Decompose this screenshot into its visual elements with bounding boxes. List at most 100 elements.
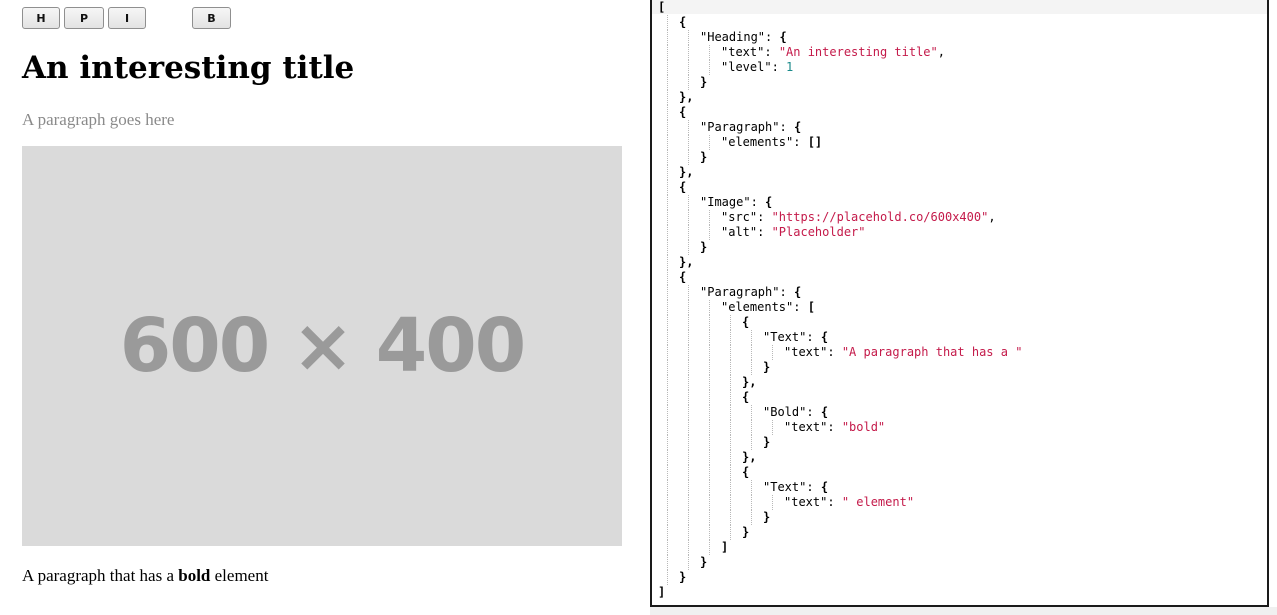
image-button[interactable]: I [108,7,146,29]
json-token: } [700,240,708,254]
json-token: "Bold" [763,405,807,419]
indent-guide [667,525,668,540]
json-token: "Text" [763,330,807,344]
json-token: " element" [841,495,915,509]
json-token: "bold" [841,420,886,434]
indent-guide [709,360,710,375]
indent-guide [751,420,752,435]
json-token: "elements" [721,135,794,149]
json-token: } [700,150,708,164]
indent-guide [688,375,689,390]
json-token: "Image" [700,195,751,209]
empty-paragraph-placeholder[interactable]: A paragraph goes here [22,110,174,130]
indent-guide [709,450,710,465]
heading-block[interactable]: An interesting title [22,50,354,86]
indent-guide [688,45,689,60]
json-token: , [937,45,945,59]
indent-guide [667,270,668,285]
indent-guide [688,390,689,405]
panel-shadow [650,607,1277,615]
json-token: } [763,360,771,374]
indent-guide [730,495,731,510]
indent-guide [730,510,731,525]
json-token: "https://placehold.co/600x400" [771,210,989,224]
indent-guide [667,105,668,120]
json-token: [] [807,135,823,149]
paragraph-block[interactable]: A paragraph that has a bold element [22,566,268,586]
json-token: }, [679,165,694,179]
indent-guide [667,330,668,345]
indent-guide [667,570,668,585]
indent-guide [688,285,689,300]
indent-guide [667,75,668,90]
json-line-content: } [700,75,707,90]
heading-button[interactable]: H [22,7,60,29]
json-token: "src" [721,210,758,224]
indent-guide [709,435,710,450]
indent-guide [667,360,668,375]
json-token: "Placeholder" [771,225,866,239]
json-token: { [742,315,750,329]
indent-guide [667,375,668,390]
indent-guide [688,30,689,45]
json-token: : [771,60,787,74]
indent-guide [688,315,689,330]
json-line-content: "Text": { [763,480,828,495]
json-line-content: } [763,360,770,375]
json-token: : [793,135,808,149]
placeholder-image[interactable]: 600 × 400 [22,146,622,546]
json-line-content: "text": "An interesting title", [721,45,945,60]
indent-guide [730,330,731,345]
indent-guide [709,45,710,60]
json-token: { [820,330,829,344]
json-line-content: } [700,555,707,570]
json-line-content: { [679,105,686,120]
indent-guide [751,435,752,450]
json-token: { [765,195,773,209]
indent-guide [688,210,689,225]
json-line-content: "src": "https://placehold.co/600x400", [721,210,996,225]
indent-guide [688,450,689,465]
indent-guide [772,495,773,510]
json-token: 1 [786,60,794,74]
indent-guide [667,540,668,555]
indent-guide [688,420,689,435]
paragraph-bold-text: bold [178,566,211,585]
json-token: : [827,345,842,359]
json-line-content: } [742,525,749,540]
json-token: ] [721,540,729,554]
json-token: { [793,120,802,134]
json-line-content: }, [679,90,693,105]
json-line-content: "text": "bold" [784,420,885,435]
json-line-content: }, [742,375,756,390]
json-token: : [757,210,772,224]
json-token: , [988,210,996,224]
indent-guide [751,510,752,525]
bold-button[interactable]: B [192,7,231,29]
json-token: "Paragraph" [700,120,780,134]
indent-guide [667,255,668,270]
paragraph-button[interactable]: P [64,7,104,29]
indent-guide [751,495,752,510]
indent-guide [667,555,668,570]
indent-guide [688,150,689,165]
indent-guide [751,480,752,495]
json-line-content: "Bold": { [763,405,828,420]
indent-guide [667,210,668,225]
indent-guide [667,390,668,405]
json-token: : [757,225,772,239]
json-token: : [779,285,794,299]
paragraph-text-after: element [210,566,269,585]
json-line-content: "text": " element" [784,495,914,510]
indent-guide [667,495,668,510]
json-line-content: } [700,150,707,165]
json-token: "elements" [721,300,794,314]
json-token: "An interesting title" [778,45,938,59]
json-document-view[interactable]: [{"Heading": {"text": "An interesting ti… [650,0,1269,607]
indent-guide [709,420,710,435]
indent-guide [667,225,668,240]
json-line-content: { [742,390,749,405]
indent-guide [667,300,668,315]
indent-guide [667,510,668,525]
json-token: [ [807,300,815,314]
